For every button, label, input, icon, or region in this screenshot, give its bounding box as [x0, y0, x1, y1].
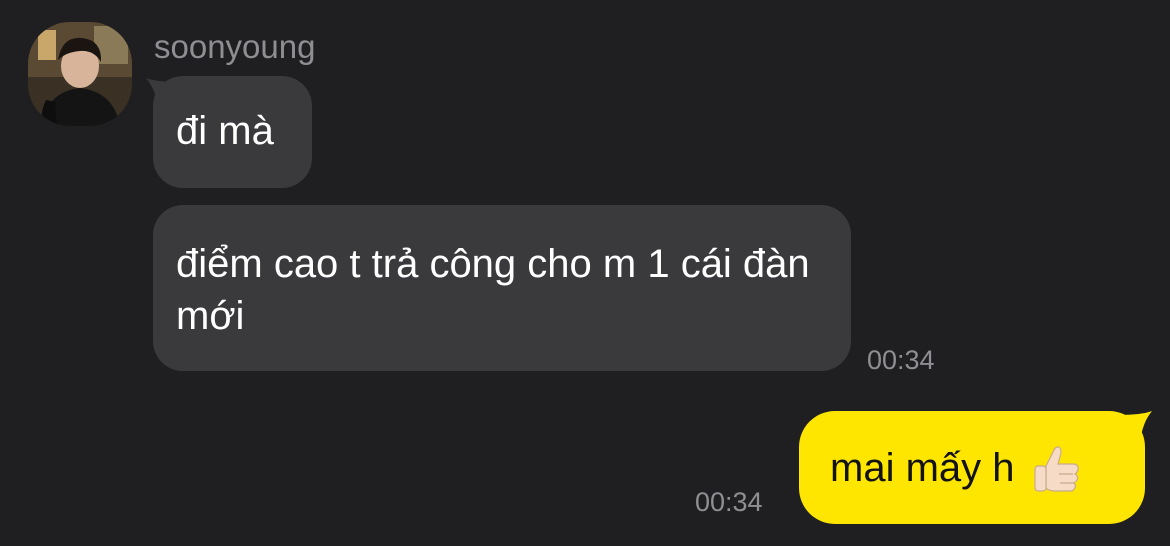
message-text: điểm cao t trả công cho m 1 cái đàn mới	[176, 242, 810, 338]
message-timestamp: 00:34	[695, 487, 763, 517]
message-text: mai mấy h	[830, 445, 1015, 490]
message-timestamp: 00:34	[867, 345, 935, 375]
sender-name: soonyoung	[154, 28, 316, 65]
outgoing-message-bubble[interactable]: mai mấy h	[799, 411, 1145, 524]
sender-avatar[interactable]	[28, 22, 132, 126]
message-text: đi mà	[176, 109, 274, 153]
avatar-photo	[28, 22, 132, 126]
incoming-message-bubble[interactable]: điểm cao t trả công cho m 1 cái đàn mới	[153, 205, 851, 371]
thumbs-up-icon	[1029, 440, 1085, 496]
chat-screen: soonyoung đi mà điểm cao t trả công cho …	[0, 0, 1170, 546]
incoming-message-bubble[interactable]: đi mà	[153, 76, 312, 188]
